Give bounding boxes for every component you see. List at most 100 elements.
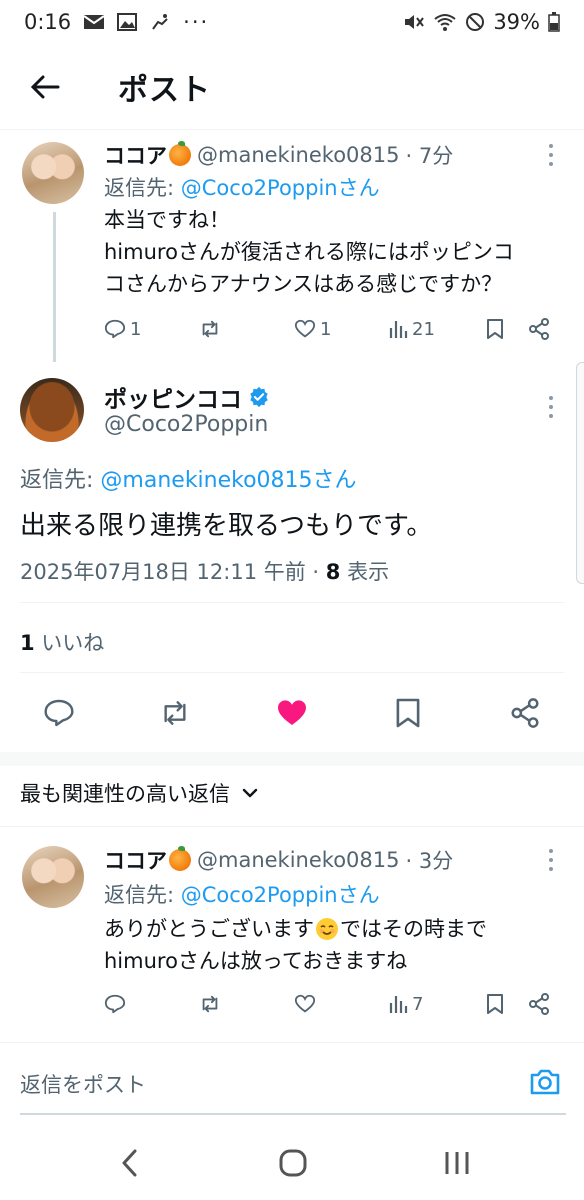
- post-text-line: himuroさんは放っておきますね: [104, 949, 408, 973]
- share-icon: [529, 318, 549, 340]
- views-count: 7: [412, 993, 424, 1015]
- post-text-line: ありがとうございます ではその時まで: [104, 913, 564, 945]
- reply-input[interactable]: 返信をポスト: [20, 1069, 146, 1099]
- reply-to-link[interactable]: @Coco2Poppinさん: [181, 176, 380, 200]
- bookmark-button[interactable]: [486, 318, 504, 340]
- bookmark-icon: [396, 698, 420, 728]
- verified-badge-icon: [250, 386, 268, 408]
- heart-outline-icon: [294, 994, 316, 1013]
- views-icon: [389, 996, 408, 1013]
- share-button[interactable]: [502, 690, 548, 736]
- views-button[interactable]: 7: [388, 993, 423, 1015]
- likes-count: 1: [20, 631, 35, 655]
- main-author-line: ポッピンココ: [104, 380, 270, 414]
- reply-to-link[interactable]: @manekineko0815さん: [100, 468, 356, 493]
- activity-icon: [152, 14, 168, 30]
- battery-icon: [548, 12, 560, 32]
- home-circle-icon: [279, 1149, 307, 1177]
- post-text-segment: ありがとうございます: [104, 917, 314, 941]
- bookmark-icon: [487, 319, 503, 339]
- smiling-face-emoji-icon: [316, 918, 338, 940]
- page-title: ポスト: [118, 72, 211, 108]
- main-action-bar: [0, 690, 584, 736]
- more-notifications-icon: ···: [183, 10, 210, 34]
- more-options-button[interactable]: [541, 846, 561, 874]
- author-name[interactable]: ココア: [104, 845, 167, 875]
- back-button[interactable]: [0, 44, 90, 130]
- bookmark-icon: [487, 994, 503, 1014]
- post-time[interactable]: · 3分: [405, 845, 453, 875]
- reply-button[interactable]: [104, 993, 126, 1015]
- views-label: 表示: [340, 560, 390, 584]
- share-button[interactable]: [528, 993, 550, 1015]
- bookmark-button[interactable]: [486, 993, 504, 1015]
- author-name[interactable]: ポッピンココ: [104, 380, 242, 414]
- more-options-button[interactable]: [541, 393, 561, 421]
- views-icon: [389, 321, 408, 338]
- repost-icon: [202, 320, 218, 338]
- input-underline: [20, 1113, 566, 1115]
- repost-icon: [202, 995, 218, 1013]
- main-post-text: 出来る限り連携を取るつもりです。: [20, 511, 433, 541]
- reply-to-line: 返信先: @Coco2Poppinさん: [104, 172, 380, 202]
- chevron-left-icon: [122, 1149, 137, 1177]
- reply-to-prefix: 返信先:: [104, 883, 175, 907]
- reply-to-prefix: 返信先:: [104, 176, 175, 200]
- author-line: ココア @manekineko0815 · 7分: [104, 140, 453, 170]
- author-name[interactable]: ココア: [104, 140, 167, 170]
- battery-percent: 39%: [493, 10, 540, 34]
- scrollbar-thumb[interactable]: [576, 362, 584, 584]
- post-text: 本当ですね！ himuroさんが復活される際にはポッピンコ コさんからアナウンス…: [104, 204, 564, 300]
- chevron-down-icon: [242, 788, 258, 798]
- divider: [20, 602, 564, 603]
- status-time: 0:16: [24, 10, 72, 34]
- mute-icon: [405, 15, 425, 29]
- thread-line: [53, 212, 56, 362]
- views-button[interactable]: 21: [388, 318, 435, 340]
- likes-summary[interactable]: 1 いいね: [20, 627, 104, 657]
- app-header: ポスト: [0, 44, 584, 130]
- like-button[interactable]: [294, 993, 316, 1015]
- camera-icon[interactable]: [528, 1065, 562, 1099]
- post-text-segment: ではその時まで: [340, 917, 487, 941]
- share-button[interactable]: [528, 318, 550, 340]
- like-button[interactable]: 1: [294, 318, 331, 340]
- section-separator: [0, 752, 584, 766]
- post-datetime[interactable]: 2025年07月18日 12:11 午前 ·: [20, 560, 326, 584]
- avatar[interactable]: [20, 378, 84, 442]
- reply-composer: 返信をポスト: [0, 1042, 584, 1126]
- more-options-button[interactable]: [541, 141, 561, 169]
- repost-icon: [164, 701, 186, 725]
- image-icon: [117, 13, 138, 31]
- action-bar: 1 1 21: [104, 318, 564, 344]
- orange-emoji-icon: [169, 846, 191, 871]
- reply-button[interactable]: [36, 690, 82, 736]
- bookmark-button[interactable]: [385, 690, 431, 736]
- nav-back-button[interactable]: [110, 1143, 150, 1183]
- nav-recents-button[interactable]: [437, 1143, 477, 1183]
- recents-icon: [445, 1152, 469, 1174]
- like-button[interactable]: [269, 690, 315, 736]
- share-icon: [511, 698, 539, 728]
- reply-to-prefix: 返信先:: [20, 468, 94, 493]
- reply-to-line: 返信先: @manekineko0815さん: [20, 462, 357, 494]
- nav-home-button[interactable]: [273, 1143, 313, 1183]
- avatar[interactable]: [22, 142, 84, 204]
- author-handle[interactable]: @manekineko0815: [197, 848, 399, 872]
- orange-emoji-icon: [169, 141, 191, 166]
- author-handle[interactable]: @manekineko0815: [197, 143, 399, 167]
- repost-button[interactable]: [152, 690, 198, 736]
- reply-count: 1: [130, 318, 142, 340]
- author-line: ココア @manekineko0815 · 3分: [104, 845, 453, 875]
- reply-button[interactable]: 1: [104, 318, 141, 340]
- reply-to-link[interactable]: @Coco2Poppinさん: [181, 883, 380, 907]
- repost-button[interactable]: [198, 318, 222, 340]
- heart-outline-icon: [294, 319, 316, 338]
- avatar[interactable]: [22, 846, 84, 908]
- reply-icon: [104, 319, 126, 339]
- post-time[interactable]: · 7分: [405, 140, 453, 170]
- heart-filled-icon: [278, 700, 306, 725]
- repost-button[interactable]: [198, 993, 222, 1015]
- author-handle[interactable]: @Coco2Poppin: [104, 412, 268, 437]
- reply-sort-dropdown[interactable]: 最も関連性の高い返信: [20, 778, 258, 808]
